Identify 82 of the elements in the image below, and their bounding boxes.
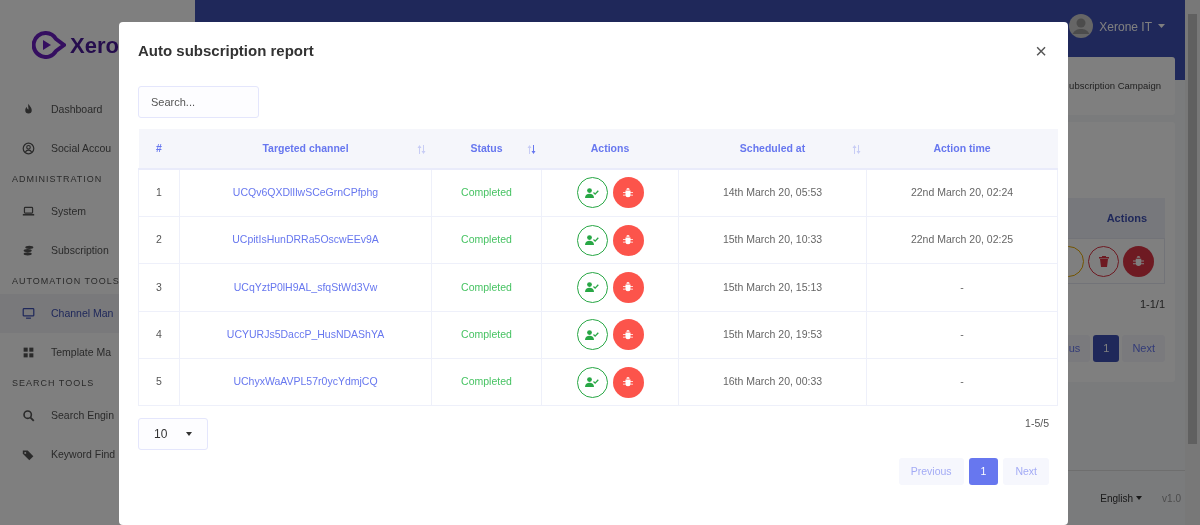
- channel-link[interactable]: UCpitIsHunDRRa5OscwEEv9A: [179, 216, 432, 264]
- flame-icon: [22, 103, 35, 116]
- page-button[interactable]: 1: [968, 458, 999, 486]
- channel-link[interactable]: UCqYztP0lH9AL_sfqStWd3Vw: [179, 263, 432, 312]
- scrollbar[interactable]: [1185, 0, 1200, 525]
- user-circle-icon: [22, 142, 35, 155]
- table-cell: 4: [138, 311, 180, 359]
- status-text: Completed: [431, 169, 542, 217]
- table-cell: 2: [138, 216, 180, 264]
- tag-icon: [22, 448, 35, 461]
- status-text: Completed: [431, 358, 542, 406]
- status-text: Completed: [431, 311, 542, 359]
- error-button[interactable]: [612, 366, 644, 398]
- bug-icon: [623, 187, 633, 198]
- error-button[interactable]: [1123, 245, 1154, 277]
- table-cell: 16th March 20, 00:33: [678, 358, 867, 406]
- bug-icon: [1133, 255, 1144, 267]
- logo-text: Xero: [70, 31, 119, 60]
- error-button[interactable]: [612, 177, 644, 209]
- bug-icon: [623, 329, 633, 340]
- user-menu[interactable]: Xerone IT: [1099, 18, 1152, 36]
- record-count: 1-1/1: [1139, 297, 1165, 312]
- table-cell: -: [866, 263, 1058, 312]
- table-cell: 14th March 20, 05:53: [678, 169, 867, 217]
- column-header[interactable]: Scheduled at: [678, 129, 867, 169]
- coins-icon: [22, 244, 35, 257]
- error-button[interactable]: [612, 319, 644, 351]
- page-button[interactable]: 1: [1093, 334, 1120, 362]
- laptop-icon: [22, 205, 35, 218]
- table-cell: 1: [138, 169, 180, 217]
- column-header: Actions: [541, 129, 679, 169]
- user-check-icon: [585, 235, 599, 246]
- search-field[interactable]: Search...: [138, 86, 259, 118]
- bug-icon: [623, 235, 633, 246]
- caret-icon: [1158, 24, 1165, 28]
- column-header[interactable]: Targeted channel: [179, 129, 432, 169]
- table-cell: 15th March 20, 10:33: [678, 216, 867, 264]
- page-button[interactable]: Previous: [898, 458, 964, 486]
- caret-icon: [186, 432, 192, 437]
- column-header[interactable]: Status: [431, 129, 542, 169]
- play-logo-icon: [32, 31, 66, 59]
- table-cell: 5: [138, 358, 180, 406]
- bug-icon: [623, 377, 633, 388]
- section-heading: SEARCH TOOLS: [12, 377, 95, 391]
- table-cell: 3: [138, 263, 180, 312]
- user-check-icon: [585, 187, 599, 198]
- trash-icon: [1098, 255, 1109, 267]
- subscribe-button[interactable]: [576, 319, 608, 351]
- search-icon: [22, 409, 35, 422]
- column-header: #: [138, 129, 180, 169]
- error-button[interactable]: [612, 224, 644, 256]
- close-button[interactable]: ×: [1035, 41, 1049, 61]
- page-size-select[interactable]: 10: [138, 418, 208, 451]
- bug-icon: [623, 282, 633, 293]
- page-button[interactable]: Next: [1003, 458, 1049, 486]
- section-heading: AUTOMATION TOOLS: [12, 275, 120, 289]
- monitor-icon: [22, 307, 35, 320]
- status-text: Completed: [431, 216, 542, 264]
- channel-link[interactable]: UCYURJs5DaccP_HusNDAShYA: [179, 311, 432, 359]
- section-heading: ADMINISTRATION: [12, 173, 103, 187]
- status-text: Completed: [431, 263, 542, 312]
- record-count: 1-5/5: [1025, 416, 1049, 432]
- card-title: ubscription Campaign: [1069, 78, 1161, 93]
- user-check-icon: [585, 377, 599, 388]
- channel-link[interactable]: UCQv6QXDlIlwSCeGrnCPfphg: [179, 169, 432, 217]
- table-cell: 15th March 20, 15:13: [678, 263, 867, 312]
- table-cell: 22nd March 20, 02:25: [866, 216, 1058, 264]
- table-cell: -: [866, 311, 1058, 359]
- channel-link[interactable]: UChyxWaAVPL57r0ycYdmjCQ: [179, 358, 432, 406]
- page-button[interactable]: Next: [1122, 334, 1165, 362]
- modal-title: Auto subscription report: [138, 40, 314, 61]
- error-button[interactable]: [612, 271, 644, 303]
- user-check-icon: [585, 329, 599, 340]
- table-cell: -: [866, 358, 1058, 406]
- user-check-icon: [585, 282, 599, 293]
- language-menu[interactable]: English: [1100, 490, 1134, 506]
- grid-icon: [22, 346, 35, 359]
- table-cell: 22nd March 20, 02:24: [866, 169, 1058, 217]
- avatar-icon: [1069, 14, 1094, 38]
- caret-icon: [1136, 496, 1143, 500]
- column-header: Action time: [866, 129, 1058, 169]
- table-cell: 15th March 20, 19:53: [678, 311, 867, 359]
